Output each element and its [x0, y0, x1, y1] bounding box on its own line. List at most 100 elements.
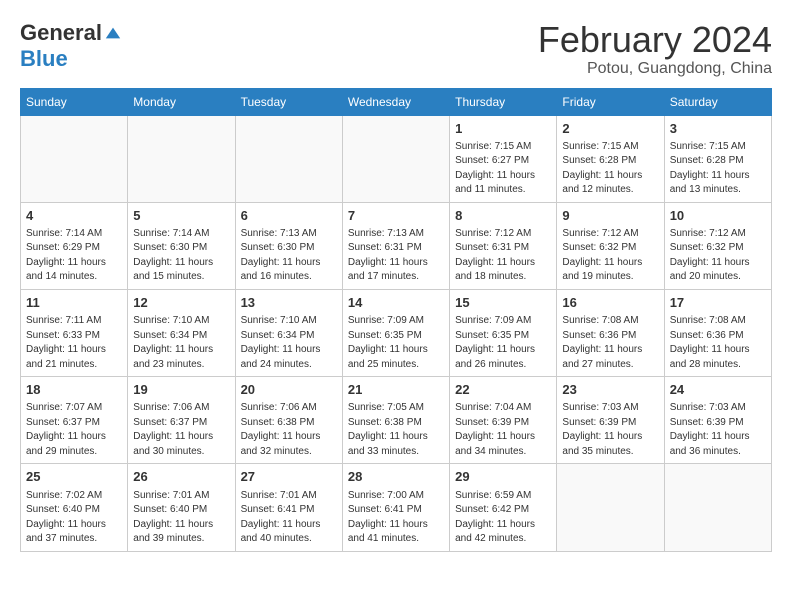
day-number: 19 — [133, 381, 229, 399]
calendar-day-cell — [664, 464, 771, 551]
day-info: Sunrise: 7:01 AM Sunset: 6:41 PM Dayligh… — [241, 489, 337, 547]
logo-general: General — [20, 20, 102, 46]
weekday-header: Tuesday — [235, 88, 342, 115]
calendar-day-cell: 14 Sunrise: 7:09 AM Sunset: 6:35 PM Dayli… — [342, 289, 449, 376]
day-info: Sunrise: 7:14 AM Sunset: 6:29 PM Dayligh… — [26, 227, 122, 285]
day-info: Sunrise: 7:06 AM Sunset: 6:37 PM Dayligh… — [133, 401, 229, 459]
month-title: February 2024 — [538, 20, 772, 60]
day-number: 5 — [133, 207, 229, 225]
calendar-day-cell — [235, 115, 342, 202]
day-number: 14 — [348, 294, 444, 312]
calendar-day-cell: 23 Sunrise: 7:03 AM Sunset: 6:39 PM Dayli… — [557, 377, 664, 464]
day-info: Sunrise: 7:12 AM Sunset: 6:32 PM Dayligh… — [670, 227, 766, 285]
day-info: Sunrise: 7:12 AM Sunset: 6:32 PM Dayligh… — [562, 227, 658, 285]
day-number: 20 — [241, 381, 337, 399]
calendar-day-cell: 9 Sunrise: 7:12 AM Sunset: 6:32 PM Daylig… — [557, 202, 664, 289]
day-number: 24 — [670, 381, 766, 399]
day-number: 8 — [455, 207, 551, 225]
day-info: Sunrise: 7:00 AM Sunset: 6:41 PM Dayligh… — [348, 489, 444, 547]
calendar-day-cell: 21 Sunrise: 7:05 AM Sunset: 6:38 PM Dayli… — [342, 377, 449, 464]
day-number: 4 — [26, 207, 122, 225]
calendar-day-cell: 17 Sunrise: 7:08 AM Sunset: 6:36 PM Dayli… — [664, 289, 771, 376]
day-number: 13 — [241, 294, 337, 312]
calendar-day-cell — [128, 115, 235, 202]
calendar-day-cell: 10 Sunrise: 7:12 AM Sunset: 6:32 PM Dayli… — [664, 202, 771, 289]
weekday-header: Sunday — [21, 88, 128, 115]
day-number: 22 — [455, 381, 551, 399]
weekday-header: Thursday — [450, 88, 557, 115]
calendar-day-cell — [557, 464, 664, 551]
day-number: 2 — [562, 120, 658, 138]
calendar-day-cell — [342, 115, 449, 202]
day-number: 18 — [26, 381, 122, 399]
day-info: Sunrise: 7:13 AM Sunset: 6:30 PM Dayligh… — [241, 227, 337, 285]
day-number: 6 — [241, 207, 337, 225]
calendar-day-cell: 6 Sunrise: 7:13 AM Sunset: 6:30 PM Daylig… — [235, 202, 342, 289]
day-number: 26 — [133, 468, 229, 486]
calendar-day-cell: 27 Sunrise: 7:01 AM Sunset: 6:41 PM Dayli… — [235, 464, 342, 551]
logo-icon — [104, 24, 122, 42]
calendar-day-cell: 16 Sunrise: 7:08 AM Sunset: 6:36 PM Dayli… — [557, 289, 664, 376]
day-info: Sunrise: 7:08 AM Sunset: 6:36 PM Dayligh… — [670, 314, 766, 372]
calendar-day-cell: 22 Sunrise: 7:04 AM Sunset: 6:39 PM Dayli… — [450, 377, 557, 464]
day-info: Sunrise: 7:02 AM Sunset: 6:40 PM Dayligh… — [26, 489, 122, 547]
calendar-day-cell: 20 Sunrise: 7:06 AM Sunset: 6:38 PM Dayli… — [235, 377, 342, 464]
title-block: February 2024 Potou, Guangdong, China — [538, 20, 772, 78]
calendar-day-cell: 15 Sunrise: 7:09 AM Sunset: 6:35 PM Dayli… — [450, 289, 557, 376]
calendar-week-row: 1Sunrise: 7:15 AM Sunset: 6:27 PM Daylig… — [21, 115, 772, 202]
day-number: 29 — [455, 468, 551, 486]
day-number: 3 — [670, 120, 766, 138]
day-number: 27 — [241, 468, 337, 486]
calendar-day-cell: 13Sunrise: 7:10 AM Sunset: 6:34 PM Dayli… — [235, 289, 342, 376]
day-info: Sunrise: 6:59 AM Sunset: 6:42 PM Dayligh… — [455, 489, 551, 547]
calendar-day-cell: 18Sunrise: 7:07 AM Sunset: 6:37 PM Dayli… — [21, 377, 128, 464]
day-number: 28 — [348, 468, 444, 486]
day-info: Sunrise: 7:12 AM Sunset: 6:31 PM Dayligh… — [455, 227, 551, 285]
calendar-week-row: 11 Sunrise: 7:11 AM Sunset: 6:33 PM Dayli… — [21, 289, 772, 376]
day-info: Sunrise: 7:03 AM Sunset: 6:39 PM Dayligh… — [562, 401, 658, 459]
day-info: Sunrise: 7:06 AM Sunset: 6:38 PM Dayligh… — [241, 401, 337, 459]
day-info: Sunrise: 7:15 AM Sunset: 6:27 PM Dayligh… — [455, 140, 551, 198]
day-info: Sunrise: 7:15 AM Sunset: 6:28 PM Dayligh… — [562, 140, 658, 198]
logo-blue: Blue — [20, 46, 68, 72]
day-number: 16 — [562, 294, 658, 312]
day-number: 21 — [348, 381, 444, 399]
day-info: Sunrise: 7:14 AM Sunset: 6:30 PM Dayligh… — [133, 227, 229, 285]
page-header: General Blue February 2024 Potou, Guangd… — [20, 20, 772, 78]
weekday-header: Friday — [557, 88, 664, 115]
day-info: Sunrise: 7:05 AM Sunset: 6:38 PM Dayligh… — [348, 401, 444, 459]
calendar-day-cell — [21, 115, 128, 202]
day-number: 23 — [562, 381, 658, 399]
weekday-header: Saturday — [664, 88, 771, 115]
weekday-header-row: SundayMondayTuesdayWednesdayThursdayFrid… — [21, 88, 772, 115]
day-number: 9 — [562, 207, 658, 225]
day-number: 12 — [133, 294, 229, 312]
logo: General Blue — [20, 20, 122, 72]
calendar-day-cell: 1Sunrise: 7:15 AM Sunset: 6:27 PM Daylig… — [450, 115, 557, 202]
day-info: Sunrise: 7:08 AM Sunset: 6:36 PM Dayligh… — [562, 314, 658, 372]
day-number: 11 — [26, 294, 122, 312]
day-number: 17 — [670, 294, 766, 312]
calendar-table: SundayMondayTuesdayWednesdayThursdayFrid… — [20, 88, 772, 552]
day-info: Sunrise: 7:09 AM Sunset: 6:35 PM Dayligh… — [348, 314, 444, 372]
day-number: 15 — [455, 294, 551, 312]
calendar-week-row: 18Sunrise: 7:07 AM Sunset: 6:37 PM Dayli… — [21, 377, 772, 464]
calendar-day-cell: 7Sunrise: 7:13 AM Sunset: 6:31 PM Daylig… — [342, 202, 449, 289]
weekday-header: Monday — [128, 88, 235, 115]
calendar-day-cell: 2 Sunrise: 7:15 AM Sunset: 6:28 PM Daylig… — [557, 115, 664, 202]
day-number: 10 — [670, 207, 766, 225]
location-title: Potou, Guangdong, China — [538, 60, 772, 78]
calendar-day-cell: 3 Sunrise: 7:15 AM Sunset: 6:28 PM Daylig… — [664, 115, 771, 202]
day-info: Sunrise: 7:13 AM Sunset: 6:31 PM Dayligh… — [348, 227, 444, 285]
calendar-week-row: 25Sunrise: 7:02 AM Sunset: 6:40 PM Dayli… — [21, 464, 772, 551]
calendar-day-cell: 5 Sunrise: 7:14 AM Sunset: 6:30 PM Daylig… — [128, 202, 235, 289]
weekday-header: Wednesday — [342, 88, 449, 115]
calendar-day-cell: 19 Sunrise: 7:06 AM Sunset: 6:37 PM Dayli… — [128, 377, 235, 464]
calendar-day-cell: 24 Sunrise: 7:03 AM Sunset: 6:39 PM Dayli… — [664, 377, 771, 464]
day-info: Sunrise: 7:03 AM Sunset: 6:39 PM Dayligh… — [670, 401, 766, 459]
day-info: Sunrise: 7:15 AM Sunset: 6:28 PM Dayligh… — [670, 140, 766, 198]
day-info: Sunrise: 7:09 AM Sunset: 6:35 PM Dayligh… — [455, 314, 551, 372]
calendar-day-cell: 28 Sunrise: 7:00 AM Sunset: 6:41 PM Dayli… — [342, 464, 449, 551]
day-info: Sunrise: 7:11 AM Sunset: 6:33 PM Dayligh… — [26, 314, 122, 372]
day-info: Sunrise: 7:04 AM Sunset: 6:39 PM Dayligh… — [455, 401, 551, 459]
